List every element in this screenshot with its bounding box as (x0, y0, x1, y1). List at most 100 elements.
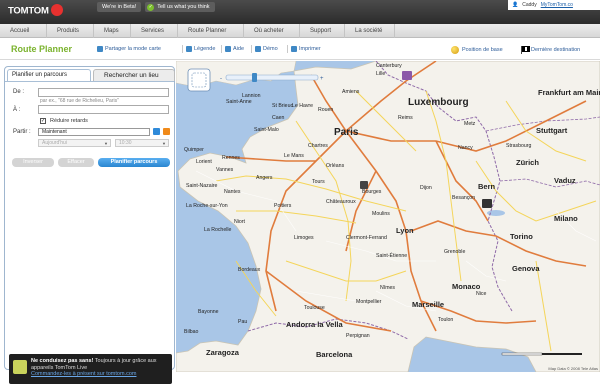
print-label: Imprimer (299, 46, 321, 52)
map-label: Lille (376, 71, 385, 77)
time-select[interactable]: 10:30 ▼ (115, 139, 169, 147)
toolbar-divider (251, 45, 252, 53)
map-label: Le Mans (284, 153, 304, 159)
map-label: Besançon (452, 195, 475, 201)
zoom-slider[interactable] (225, 74, 319, 81)
tab-search-place[interactable]: Rechercher un lieu (93, 69, 175, 81)
route-panel: Planifier un parcours Rechercher un lieu… (4, 66, 176, 384)
map-label: Toulouse (304, 305, 325, 311)
poi-marker-icon[interactable] (402, 71, 412, 80)
map-label: Angers (256, 175, 273, 181)
map-label: Bern (478, 182, 496, 191)
time-value: 10:30 (119, 140, 132, 146)
feedback-label: Tell us what you think (157, 4, 210, 10)
zoom-out-icon[interactable]: - (220, 76, 222, 82)
map-label: Grenoble (444, 249, 465, 255)
print-icon (291, 46, 297, 52)
nav-item-services[interactable]: Services (131, 24, 178, 38)
main-nav: Accueil Produits Maps Services Route Pla… (0, 24, 600, 38)
zoom-slider-handle[interactable] (252, 73, 257, 82)
avoid-delays-checkbox[interactable]: ✓ (40, 118, 46, 124)
map-label: Genova (512, 264, 540, 273)
map-label: Clermont-Ferrand (346, 235, 387, 241)
map-label: Moulins (372, 211, 390, 217)
map-label: Nice (476, 291, 486, 297)
panel-tabs: Planifier un parcours Rechercher un lieu (5, 67, 176, 81)
depart-label: Partir : (13, 129, 31, 135)
map-label: Orléans (326, 163, 345, 169)
tab-plan-route[interactable]: Planifier un parcours (7, 69, 91, 81)
demo-button[interactable]: Démo (255, 46, 278, 52)
nav-item-societe[interactable]: La société (345, 24, 395, 38)
map-label: Marseille (412, 300, 444, 309)
map-canvas[interactable]: - + Saint-Anne St Brieuc Lannion Saint-M… (176, 61, 600, 372)
map-label: Frankfurt am Main (538, 88, 600, 97)
tomtom-logo[interactable]: TOMTOM (8, 4, 63, 17)
to-input[interactable] (38, 105, 169, 114)
map-label: Bordeaux (238, 267, 261, 273)
help-icon (225, 46, 231, 52)
feedback-link[interactable]: ✓ Tell us what you think (145, 2, 215, 12)
map-view[interactable]: - + Saint-Anne St Brieuc Lannion Saint-M… (176, 61, 600, 372)
nav-item-accueil[interactable]: Accueil (0, 24, 47, 38)
date-value: Aujourd'hui (42, 140, 67, 146)
nav-item-support[interactable]: Support (300, 24, 345, 38)
print-button[interactable]: Imprimer (291, 46, 321, 52)
help-button[interactable]: Aide (225, 46, 244, 52)
nav-item-ou-acheter[interactable]: Où acheter (244, 24, 300, 38)
share-button[interactable]: Partager la mode carte (97, 46, 161, 52)
legend-label: Légende (194, 46, 216, 52)
zoom-in-icon[interactable]: + (320, 76, 324, 82)
plan-route-button[interactable]: Planifier parcours (98, 158, 170, 167)
toolbar-divider (221, 45, 222, 53)
map-label: Châteauroux (326, 199, 356, 205)
example-hint: par ex., "68 rue de Richelieu, Paris" (38, 97, 169, 105)
to-label: À : (13, 107, 21, 113)
avoid-delays-label: Réduire retards (50, 118, 88, 124)
reverse-button[interactable]: Inverser (12, 158, 54, 167)
last-destination-button[interactable]: Dernière destination (521, 46, 580, 54)
nav-item-produits[interactable]: Produits (47, 24, 94, 38)
date-select[interactable]: Aujourd'hui ▼ (38, 139, 111, 147)
depart-options-icon[interactable] (153, 128, 160, 135)
account-link[interactable]: MyTomTom.co (541, 2, 573, 8)
map-label: Toulon (438, 317, 453, 323)
map-label: Bourges (362, 189, 382, 195)
map-label: Lannion (242, 93, 261, 99)
depart-select[interactable]: Maintenant (38, 128, 150, 136)
traffic-marker-icon[interactable] (360, 181, 368, 189)
map-label: Zaragoza (206, 348, 240, 357)
depart-value: Maintenant (42, 129, 67, 135)
top-bar: TOMTOM We're in Beta! ✓ Tell us what you… (0, 0, 600, 24)
map-label: Nantes (224, 189, 241, 195)
map-label: St Brieuc (272, 103, 293, 109)
from-label: De : (13, 89, 25, 95)
legend-button[interactable]: Légende (186, 46, 215, 52)
checkered-flag-icon (521, 46, 530, 54)
toolbar-divider (287, 45, 288, 53)
user-name[interactable]: Caddy (522, 2, 536, 8)
map-label: Saint-Malo (254, 127, 279, 133)
nav-item-route-planner[interactable]: Route Planner (178, 24, 244, 38)
promo-text: Ne conduisez pas sans! Toujours à jour g… (31, 358, 169, 378)
map-label: Canterbury (376, 63, 402, 69)
map-label: Le Havre (292, 103, 313, 109)
share-label: Partager la mode carte (105, 46, 161, 52)
demo-icon (255, 46, 261, 52)
last-destination-label: Dernière destination (531, 47, 581, 53)
depart-info-icon[interactable] (163, 128, 170, 135)
map-label: Tours (312, 179, 325, 185)
pan-control[interactable] (187, 68, 211, 92)
map-label: Stuttgart (536, 126, 568, 135)
map-label: Lyon (396, 226, 414, 235)
from-input[interactable] (38, 88, 169, 97)
map-copyright: Map Data © 2008 Tele Atlas (548, 366, 598, 371)
map-label: La Roche-sur-Yon (186, 203, 228, 209)
camera-marker-icon[interactable] (482, 199, 492, 208)
home-position-button[interactable]: Position de base (451, 46, 503, 54)
clear-button[interactable]: Effacer (58, 158, 94, 167)
check-icon: ✓ (147, 3, 155, 11)
nav-item-maps[interactable]: Maps (94, 24, 131, 38)
home-ball-icon (451, 46, 459, 54)
map-label: Strasbourg (506, 143, 531, 149)
